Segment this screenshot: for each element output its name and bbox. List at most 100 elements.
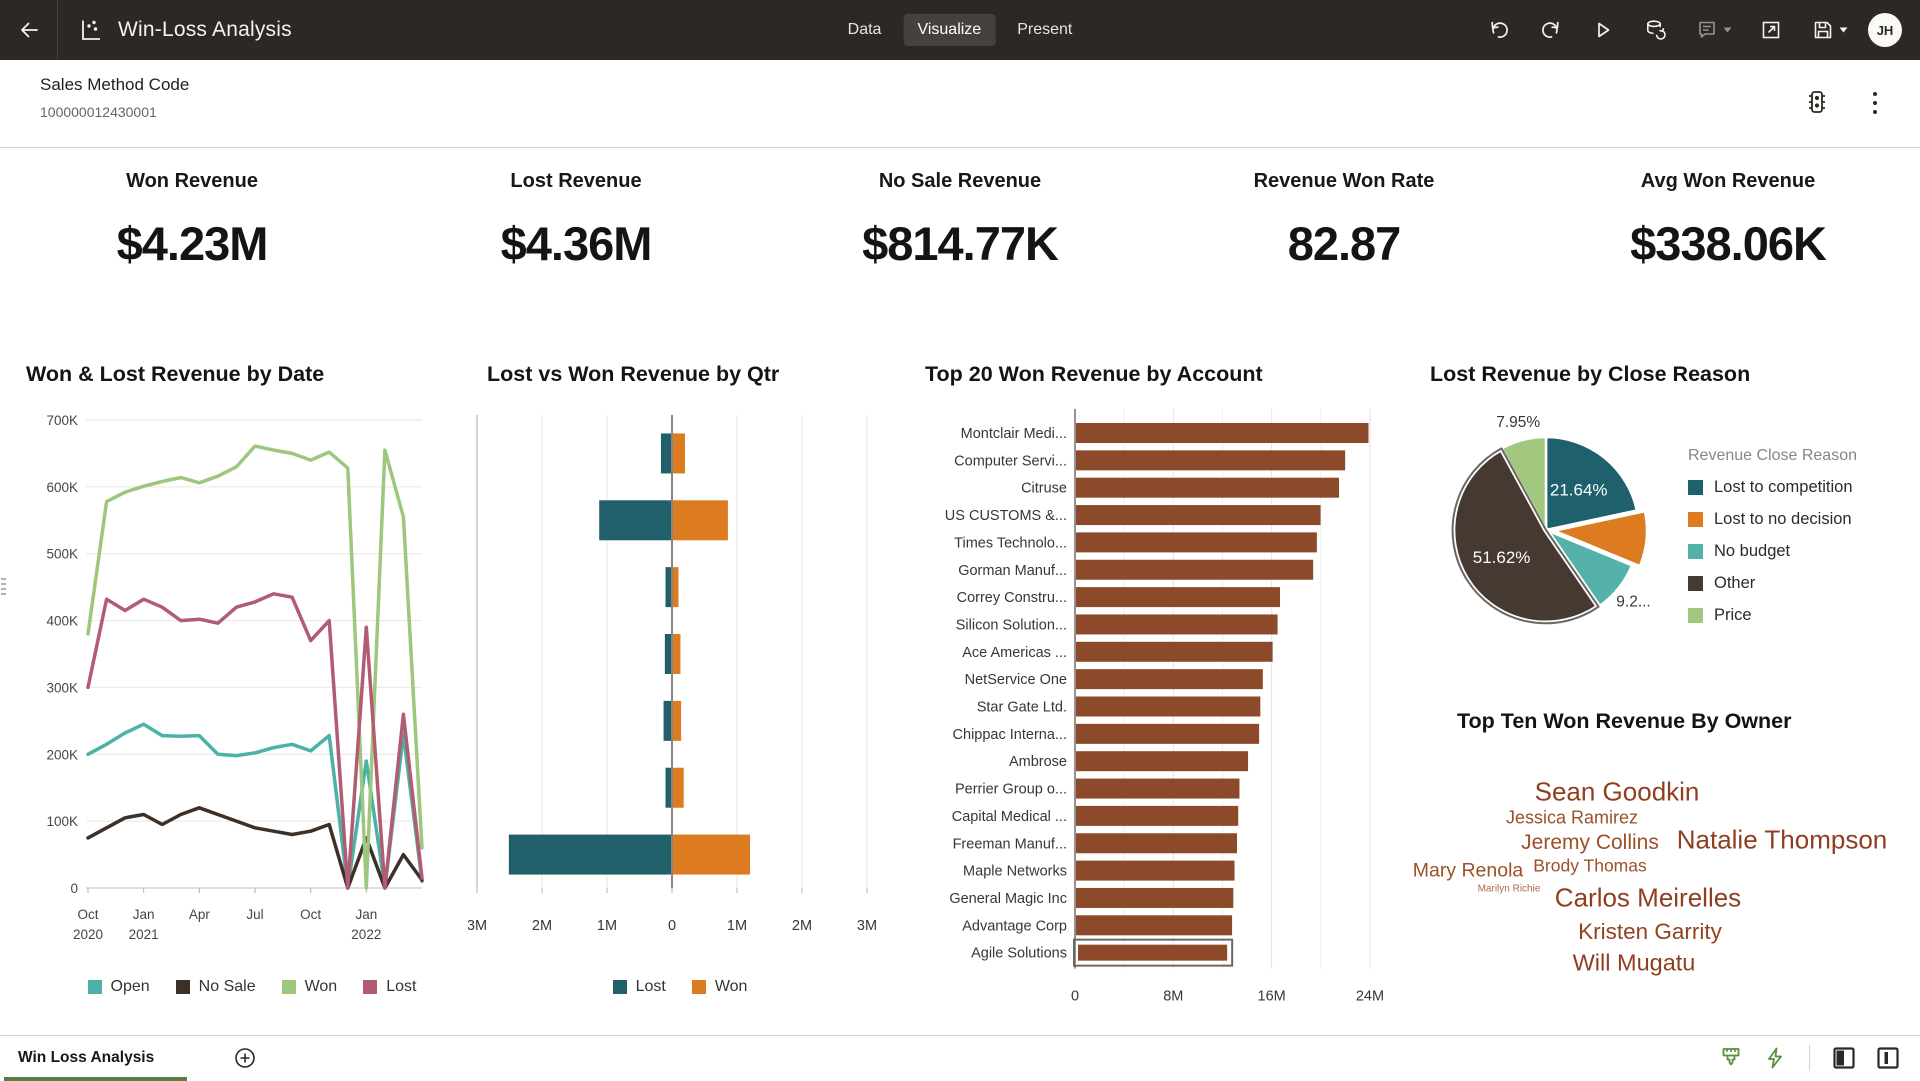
- canvas-tab-win-loss-analysis[interactable]: Win Loss Analysis: [0, 1036, 178, 1081]
- bar-Citruse[interactable]: [1076, 478, 1339, 498]
- bar-NetService One[interactable]: [1076, 669, 1263, 689]
- open-window-button[interactable]: [1752, 11, 1790, 49]
- kpi-lost-revenue[interactable]: Lost Revenue $4.36M: [384, 148, 768, 323]
- won-bar[interactable]: [672, 433, 685, 473]
- bar-chart-plot[interactable]: Montclair Medi...Computer Servi...Citrus…: [922, 395, 1394, 1015]
- line-chart-plot[interactable]: 0100K200K300K400K500K600K700KOct2020Jan2…: [20, 401, 444, 971]
- filter-chip-sales-method-code[interactable]: Sales Method Code 100000012430001: [40, 75, 189, 120]
- x-axis-label: 24M: [1356, 989, 1384, 1005]
- filter-controls-icon: [1803, 88, 1831, 118]
- won-bar[interactable]: [672, 701, 681, 741]
- bar-Perrier Group o...[interactable]: [1076, 779, 1239, 799]
- line-series-won[interactable]: [88, 446, 422, 888]
- filter-bar-menu-button[interactable]: [1858, 86, 1892, 120]
- bar-Correy Constru...[interactable]: [1076, 587, 1280, 607]
- won-bar[interactable]: [672, 634, 680, 674]
- canvas-bar: Win Loss Analysis: [0, 1035, 1920, 1080]
- won-bar[interactable]: [672, 500, 728, 540]
- legend-item[interactable]: Open: [88, 978, 150, 996]
- toggle-right-panel-button[interactable]: [1872, 1042, 1904, 1074]
- legend-item[interactable]: Won: [282, 978, 338, 996]
- account-label: Ace Americas ...: [962, 645, 1067, 661]
- legend-item[interactable]: Lost to no decision: [1688, 510, 1857, 529]
- tab-visualize[interactable]: Visualize: [903, 14, 995, 46]
- legend-label: Lost: [636, 978, 666, 996]
- diverging-bar-plot[interactable]: 3M2M1M01M2M3M: [468, 401, 892, 971]
- add-canvas-button[interactable]: [233, 1046, 257, 1070]
- lost-bar[interactable]: [664, 701, 672, 741]
- cloud-word-will-mugatu[interactable]: Will Mugatu: [1573, 950, 1696, 977]
- legend-item[interactable]: Won: [692, 978, 748, 996]
- kpi-avg-won-revenue[interactable]: Avg Won Revenue $338.06K: [1536, 148, 1920, 323]
- lost-bar[interactable]: [599, 500, 672, 540]
- lost-bar[interactable]: [665, 634, 672, 674]
- lost-bar[interactable]: [661, 433, 672, 473]
- bar-Agile Solutions[interactable]: [1078, 945, 1227, 961]
- back-button[interactable]: [0, 0, 58, 60]
- undo-button[interactable]: [1480, 11, 1518, 49]
- bar-General Magic Inc[interactable]: [1076, 888, 1233, 908]
- bar-Maple Networks[interactable]: [1076, 861, 1235, 881]
- kpi-won-revenue[interactable]: Won Revenue $4.23M: [0, 148, 384, 323]
- legend-item[interactable]: Lost: [363, 978, 416, 996]
- legend-item[interactable]: No Sale: [176, 978, 256, 996]
- bar-Capital Medical ...[interactable]: [1076, 806, 1238, 826]
- cloud-word-brody-thomas[interactable]: Brody Thomas: [1533, 856, 1646, 877]
- cloud-word-mary-renola[interactable]: Mary Renola: [1413, 860, 1524, 883]
- cloud-word-jeremy-collins[interactable]: Jeremy Collins: [1521, 831, 1659, 855]
- bar-Times Technolo...[interactable]: [1076, 532, 1317, 552]
- bar-chart-top20-won-revenue-by-account[interactable]: Top 20 Won Revenue by Account Montclair …: [922, 355, 1394, 1027]
- legend-item[interactable]: Price: [1688, 606, 1857, 625]
- annotations-button[interactable]: [1688, 11, 1738, 49]
- preview-button[interactable]: [1584, 11, 1622, 49]
- undo-icon: [1487, 18, 1511, 42]
- cloud-word-carlos-meirelles[interactable]: Carlos Meirelles: [1555, 883, 1741, 914]
- legend-label: No budget: [1714, 542, 1790, 561]
- line-chart-won-lost-revenue-by-date[interactable]: Won & Lost Revenue by Date 0100K200K300K…: [20, 355, 444, 1027]
- won-bar[interactable]: [672, 835, 750, 875]
- diverging-bar-chart-lost-vs-won-by-qtr[interactable]: Lost vs Won Revenue by Qtr 3M2M1M01M2M3M…: [468, 355, 892, 1027]
- bar-Star Gate Ltd.[interactable]: [1076, 697, 1260, 717]
- won-bar[interactable]: [672, 768, 684, 808]
- annotations-icon: [1695, 18, 1719, 42]
- legend-item[interactable]: Lost to competition: [1688, 478, 1857, 497]
- bar-Advantage Corp[interactable]: [1076, 915, 1232, 935]
- cloud-word-natalie-thompson[interactable]: Natalie Thompson: [1677, 825, 1888, 856]
- bar-Computer Servi...[interactable]: [1076, 450, 1345, 470]
- cloud-word-jessica-ramirez[interactable]: Jessica Ramirez: [1506, 808, 1638, 829]
- redo-button[interactable]: [1532, 11, 1570, 49]
- legend-item[interactable]: Other: [1688, 574, 1857, 593]
- tab-data[interactable]: Data: [834, 14, 896, 46]
- kpi-no-sale-revenue[interactable]: No Sale Revenue $814.77K: [768, 148, 1152, 323]
- legend-item[interactable]: No budget: [1688, 542, 1857, 561]
- bar-Ambrose[interactable]: [1076, 751, 1248, 771]
- panel-drag-handle[interactable]: [1, 578, 6, 598]
- cloud-word-marilyn-richie[interactable]: Marilyn Richie: [1478, 884, 1541, 895]
- account-label: Star Gate Ltd.: [977, 700, 1067, 716]
- canvas-style-button[interactable]: [1715, 1042, 1747, 1074]
- avatar[interactable]: JH: [1868, 13, 1902, 47]
- bar-US CUSTOMS &...[interactable]: [1076, 505, 1321, 525]
- cloud-word-kristen-garrity[interactable]: Kristen Garrity: [1578, 919, 1722, 945]
- kpi-revenue-won-rate[interactable]: Revenue Won Rate 82.87: [1152, 148, 1536, 323]
- bar-Gorman Manuf...[interactable]: [1076, 560, 1313, 580]
- lost-bar[interactable]: [509, 835, 672, 875]
- filter-controls-button[interactable]: [1800, 86, 1834, 120]
- wordcloud-top-ten-won-revenue-by-owner[interactable]: Top Ten Won Revenue By Owner Sean Goodki…: [1428, 700, 1914, 1015]
- bar-Chippac Interna...[interactable]: [1076, 724, 1259, 744]
- bar-Ace Americas ...[interactable]: [1076, 642, 1273, 662]
- canvas-actions-button[interactable]: [1759, 1042, 1791, 1074]
- pie-chart-lost-revenue-by-close-reason[interactable]: Lost Revenue by Close Reason 21.64%9.2..…: [1428, 355, 1914, 693]
- toggle-left-panel-button[interactable]: [1828, 1042, 1860, 1074]
- bar-Freeman Manuf...[interactable]: [1076, 833, 1237, 853]
- save-button[interactable]: [1804, 11, 1854, 49]
- bar-Montclair Medi...[interactable]: [1076, 423, 1369, 443]
- legend-swatch: [1688, 512, 1703, 527]
- bar-Silicon Solution...[interactable]: [1076, 614, 1278, 634]
- legend-item[interactable]: Lost: [613, 978, 666, 996]
- line-series-no-sale[interactable]: [88, 808, 422, 888]
- legend-swatch: [363, 980, 377, 994]
- tab-present[interactable]: Present: [1003, 14, 1086, 46]
- cloud-word-sean-goodkin[interactable]: Sean Goodkin: [1535, 777, 1700, 808]
- refresh-data-button[interactable]: [1636, 11, 1674, 49]
